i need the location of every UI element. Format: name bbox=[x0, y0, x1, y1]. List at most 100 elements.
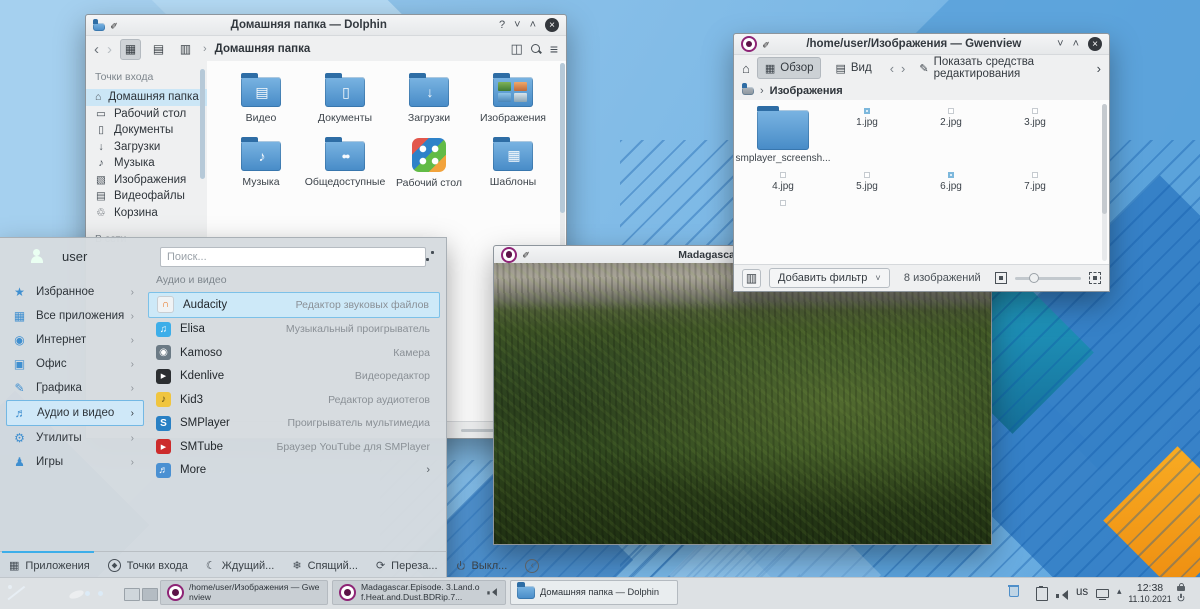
shade-button[interactable]: ˅ bbox=[514, 19, 520, 31]
keyboard-layout-indicator[interactable]: us bbox=[1076, 586, 1088, 598]
next-button[interactable]: › bbox=[901, 61, 905, 76]
edit-tools-button[interactable]: ✎ Показать средства редактирования bbox=[912, 56, 1082, 80]
sidebar-toggle-icon[interactable]: ▥ bbox=[742, 268, 761, 288]
thumbnail-item-partial[interactable] bbox=[744, 200, 822, 206]
split-view-icon[interactable]: ◫ bbox=[511, 41, 523, 57]
gwenview-titlebar[interactable]: ✎ /home/user/Изображения — Gwenview ˅ ˄ … bbox=[734, 34, 1109, 55]
tray-expander[interactable]: ▴ bbox=[1117, 586, 1122, 597]
app-item-kamoso[interactable]: ◉ Kamoso Камера bbox=[148, 341, 440, 365]
digital-clock[interactable]: 12:38 11.10.2021 bbox=[1128, 582, 1172, 604]
thumbnail-zoom-knob[interactable] bbox=[1029, 272, 1039, 283]
maximize-button[interactable]: ˄ bbox=[1073, 38, 1079, 50]
add-filter-button[interactable]: Добавить фильтр ˅ bbox=[769, 268, 890, 288]
folder-item-video[interactable]: ▤ Видео bbox=[221, 73, 301, 125]
thumbnail-item[interactable]: 2.jpg bbox=[912, 108, 990, 164]
thumbnail-item[interactable]: 7.jpg bbox=[996, 172, 1074, 192]
breadcrumb[interactable]: Изображения bbox=[770, 85, 843, 97]
shutdown-button[interactable]: Выкл... bbox=[447, 552, 517, 579]
home-button[interactable]: ⌂ bbox=[742, 61, 750, 76]
volume-tray-icon[interactable] bbox=[1056, 588, 1069, 606]
thumbnail-item[interactable]: 4.jpg bbox=[744, 172, 822, 192]
zoom-fit-icon[interactable] bbox=[995, 272, 1007, 284]
place-item-desktop[interactable]: ▭ Рабочий стол bbox=[86, 106, 207, 123]
category-internet[interactable]: ◉ Интернет › bbox=[6, 328, 144, 352]
task-dolphin[interactable]: Домашняя папка — Dolphin bbox=[510, 580, 678, 605]
search-input[interactable] bbox=[160, 247, 426, 267]
virtual-desktop-pager[interactable] bbox=[124, 588, 158, 601]
display-tray-icon[interactable] bbox=[1096, 587, 1109, 605]
browse-mode-button[interactable]: ▦ Обзор bbox=[756, 57, 822, 79]
thumbnail-zoom-slider[interactable] bbox=[1015, 272, 1081, 283]
shade-button[interactable]: ˅ bbox=[1057, 38, 1063, 50]
compact-view-button[interactable]: ▥ bbox=[176, 40, 195, 59]
thumbnail-scrollbar[interactable] bbox=[1102, 104, 1107, 261]
category-favorites[interactable]: ★ Избранное › bbox=[6, 280, 144, 304]
tab-places[interactable]: Точки входа bbox=[99, 552, 197, 579]
dolphin-titlebar[interactable]: ✎ Домашняя папка — Dolphin ? ˅ ˄ × bbox=[86, 15, 566, 36]
help-button[interactable]: ? bbox=[499, 19, 505, 31]
back-button[interactable]: ‹ bbox=[94, 41, 99, 58]
details-view-button[interactable]: ▤ bbox=[149, 40, 168, 59]
folder-item-downloads[interactable]: ↓ Загрузки bbox=[389, 73, 469, 125]
app-item-smtube[interactable]: ▶ SMTube Браузер YouTube для SMPlayer bbox=[148, 435, 440, 459]
session-widget[interactable] bbox=[1176, 583, 1186, 603]
desktop-1[interactable] bbox=[124, 588, 140, 601]
icons-view-button[interactable]: ▦ bbox=[120, 38, 141, 60]
breadcrumb[interactable]: Домашняя папка bbox=[215, 43, 311, 55]
close-button[interactable]: × bbox=[545, 18, 559, 32]
desktop-2[interactable] bbox=[142, 588, 158, 601]
search-icon[interactable] bbox=[530, 43, 542, 55]
place-item-music[interactable]: ♪ Музыка bbox=[86, 155, 207, 172]
task-smplayer[interactable]: Madagascar.Episode. 3.Land.of.Heat.and.D… bbox=[332, 580, 506, 605]
place-item-home[interactable]: ⌂ Домашняя папка bbox=[86, 89, 207, 106]
power-icon[interactable] bbox=[1177, 593, 1186, 603]
place-item-pictures[interactable]: ▧ Изображения bbox=[86, 172, 207, 189]
place-item-trash[interactable]: ♲ Корзина bbox=[86, 205, 207, 222]
standby-button[interactable]: ☾ Ждущий... bbox=[197, 552, 283, 579]
session-button[interactable]: ‹ bbox=[516, 552, 548, 579]
hibernate-button[interactable]: ❄ Спящий... bbox=[283, 552, 367, 579]
place-item-videos[interactable]: ▤ Видеофайлы bbox=[86, 188, 207, 205]
folder-item-templates[interactable]: ▦ Шаблоны bbox=[473, 136, 553, 190]
place-item-documents[interactable]: ▯ Документы bbox=[86, 122, 207, 139]
restart-button[interactable]: ⟳ Переза... bbox=[367, 552, 447, 579]
previous-button[interactable]: ‹ bbox=[890, 61, 894, 76]
tab-applications[interactable]: ▦ Приложения bbox=[0, 551, 99, 579]
app-item-kdenlive[interactable]: ▶ Kdenlive Видеоредактор bbox=[148, 365, 440, 389]
app-item-kid3[interactable]: ♪ Kid3 Редактор аудиотегов bbox=[148, 388, 440, 412]
category-utilities[interactable]: ⚙ Утилиты › bbox=[6, 426, 144, 450]
category-audio-video[interactable]: ♬ Аудио и видео › bbox=[6, 400, 144, 426]
app-item-smplayer[interactable]: S SMPlayer Проигрыватель мультимедиа bbox=[148, 412, 440, 436]
category-office[interactable]: ▣ Офис › bbox=[6, 352, 144, 376]
category-graphics[interactable]: ✎ Графика › bbox=[6, 376, 144, 400]
maximize-button[interactable]: ˄ bbox=[530, 19, 536, 31]
zoom-full-icon[interactable] bbox=[1089, 272, 1101, 284]
category-all-apps[interactable]: ▦ Все приложения › bbox=[6, 304, 144, 328]
clipboard-tray-icon[interactable] bbox=[1036, 586, 1048, 606]
lock-icon[interactable] bbox=[1177, 583, 1185, 591]
folder-item-desktop[interactable]: Рабочий стол bbox=[389, 137, 469, 190]
folder-item-music[interactable]: ♪ Музыка bbox=[221, 136, 301, 190]
video-playback-area[interactable] bbox=[494, 263, 991, 544]
hamburger-menu-icon[interactable]: ≡ bbox=[550, 41, 558, 57]
thumbnail-item[interactable]: 1.jpg bbox=[828, 108, 906, 164]
trash-widget[interactable] bbox=[1008, 584, 1019, 602]
thumbnail-item[interactable]: 5.jpg bbox=[828, 172, 906, 192]
place-item-downloads[interactable]: ↓ Загрузки bbox=[86, 139, 207, 156]
forward-button[interactable]: › bbox=[107, 41, 112, 58]
folder-item-public[interactable]: ●● Общедоступные bbox=[305, 136, 385, 190]
folder-item-documents[interactable]: ▯ Документы bbox=[305, 73, 385, 125]
view-mode-button[interactable]: ▤ Вид bbox=[828, 58, 878, 78]
app-item-audacity[interactable]: ∩ Audacity Редактор звуковых файлов bbox=[148, 292, 440, 318]
thumbnail-item[interactable]: 3.jpg bbox=[996, 108, 1074, 164]
folder-item-pictures[interactable]: Изображения bbox=[473, 73, 553, 125]
close-button[interactable]: × bbox=[1088, 37, 1102, 51]
app-item-elisa[interactable]: ♫ Elisa Музыкальный проигрыватель bbox=[148, 318, 440, 342]
app-item-more[interactable]: ♬ More › bbox=[148, 459, 440, 483]
places-scrollbar[interactable] bbox=[200, 69, 205, 179]
task-gwenview[interactable]: /home/user/Изображения — Gwenview bbox=[160, 580, 328, 605]
toolbar-overflow-icon[interactable]: › bbox=[1097, 61, 1101, 76]
thumbnail-item-folder[interactable]: smplayer_screensh... bbox=[735, 106, 831, 164]
thumbnail-item[interactable]: 6.jpg bbox=[912, 172, 990, 192]
category-games[interactable]: ♟ Игры › bbox=[6, 450, 144, 474]
